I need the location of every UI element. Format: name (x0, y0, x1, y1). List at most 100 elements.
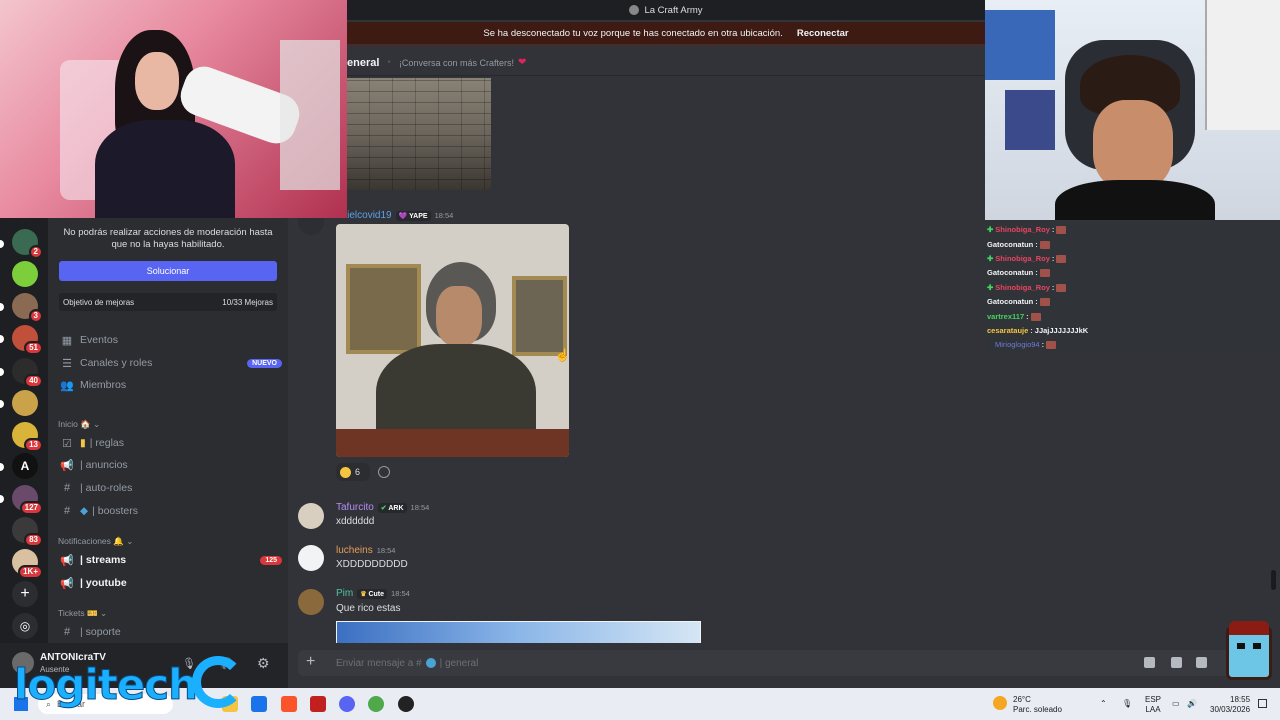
channel-auto-roles[interactable]: # | auto-roles (60, 478, 282, 498)
message-header: Tafurcito ✔ ARK 18:54 (336, 502, 429, 513)
category-inicio[interactable]: Inicio 🏠 ⌄ (58, 419, 100, 430)
server-badge: 40 (24, 374, 43, 388)
server-badge: 1K+ (18, 565, 43, 579)
minecraft-icon[interactable] (368, 696, 384, 712)
sticker-icon[interactable] (1196, 657, 1207, 668)
brave-icon[interactable] (281, 696, 297, 712)
avatar[interactable] (298, 545, 324, 571)
category-label: Tickets 🎫 (58, 608, 98, 618)
channel-anuncios[interactable]: 📢 | anuncios (60, 455, 282, 475)
members-icon: 👥 (60, 379, 74, 392)
discord-icon[interactable] (339, 696, 355, 712)
message-image-partial[interactable] (336, 621, 701, 643)
message-image-previous[interactable] (347, 78, 491, 190)
add-server-icon[interactable]: + (12, 581, 38, 607)
server-icon[interactable]: 1K+ (12, 549, 43, 579)
avatar[interactable] (298, 503, 324, 529)
chevron-down-icon: ⌄ (99, 608, 108, 618)
chat-user: Gatoconatun (987, 240, 1034, 249)
add-attachment-icon[interactable]: + (306, 653, 315, 671)
message-header: lucheins 18:54 (336, 545, 395, 556)
server-icon[interactable]: 2 (12, 229, 43, 259)
server-icon[interactable]: 127 (12, 485, 43, 515)
reaction[interactable]: 6 (336, 463, 370, 481)
chevron-down-icon: ⌄ (93, 419, 101, 429)
channel-streams[interactable]: 📢 | streams 125 (60, 550, 282, 570)
server-icon[interactable]: 40 (12, 358, 43, 388)
cursor-icon: ☝ (555, 348, 570, 362)
category-tickets[interactable]: Tickets 🎫 ⌄ (58, 608, 107, 619)
calendar-icon: ▦ (61, 334, 73, 347)
channel-soporte[interactable]: # | soporte (60, 622, 282, 642)
microphone-icon[interactable]: 🎙 (1122, 699, 1132, 709)
server-icon[interactable]: 51 (12, 325, 43, 355)
gift-icon[interactable] (1144, 657, 1155, 668)
server-icon[interactable] (12, 261, 38, 287)
reconnect-button[interactable]: Reconectar (797, 28, 849, 39)
chat-line: vartrex117: (987, 312, 1041, 321)
reaction-count: 6 (355, 467, 361, 477)
chat-user: Gatoconatun (987, 268, 1034, 277)
category-notificaciones[interactable]: Notificaciones 🔔 ⌄ (58, 536, 133, 547)
boost-goal[interactable]: Objetivo de mejoras 10/33 Mejoras (59, 293, 277, 311)
message-time: 18:54 (410, 503, 430, 512)
tray-chevron-up-icon[interactable]: ⌃ (1100, 699, 1107, 709)
channel-youtube[interactable]: 📢 | youtube (60, 573, 282, 593)
server-icon[interactable]: 83 (12, 517, 43, 547)
store-icon[interactable] (251, 696, 267, 712)
chat-line: cesaratauje: JJajJJJJJJJkK (987, 326, 1089, 335)
unread-pill (0, 303, 4, 311)
megaphone-icon: 📢 (60, 554, 74, 567)
nav-label: Miembros (80, 379, 127, 391)
lang-line2: LAA (1145, 705, 1161, 714)
solve-button[interactable]: Solucionar (59, 261, 277, 281)
gem-icon: ◆ (80, 505, 89, 517)
language-indicator[interactable]: ESP LAA (1145, 695, 1161, 715)
emote-icon (1039, 268, 1050, 277)
server-icon[interactable] (12, 390, 38, 416)
gif-icon[interactable] (1171, 657, 1182, 668)
role-tag-label: Cute (368, 590, 385, 598)
chat-user: cesaratauje (987, 326, 1029, 335)
chat-user: Shinobiga_Roy (995, 254, 1050, 263)
rules-icon: ☑ (62, 437, 72, 450)
clock[interactable]: 18:55 30/03/2026 (1210, 695, 1250, 715)
unread-pill (0, 240, 4, 248)
nav-events[interactable]: ▦ Eventos (60, 330, 282, 350)
server-badge: 3 (28, 309, 43, 323)
chat-line: Gatoconatun: (987, 240, 1050, 249)
channel-boosters[interactable]: # ◆ | boosters (60, 501, 282, 521)
chat-user: vartrex117 (987, 312, 1025, 321)
volume-icon[interactable]: 🔊 (1187, 699, 1197, 709)
server-icon[interactable]: 13 (12, 422, 43, 452)
server-rail: 2 3 51 40 13 A 127 83 1K+ + ◎ (0, 215, 48, 643)
role-tag-label: YAPE (409, 212, 428, 220)
server-icon[interactable]: 3 (12, 293, 43, 323)
add-reaction-icon[interactable] (378, 466, 390, 478)
discover-icon[interactable]: ◎ (12, 613, 38, 639)
nav-channels-roles[interactable]: ☰ Canales y roles NUEVO (60, 353, 282, 373)
nav-members[interactable]: 👥 Miembros (60, 375, 282, 395)
network-icon[interactable]: ▭ (1172, 699, 1180, 709)
chat-user: Shinobiga_Roy (995, 283, 1050, 292)
obs-icon[interactable] (398, 696, 414, 712)
app-icon[interactable] (310, 696, 326, 712)
unread-pill (0, 495, 4, 503)
scrollbar[interactable] (1271, 570, 1276, 590)
message-input[interactable]: + Enviar mensaje a # | general (298, 650, 1268, 676)
notifications-icon[interactable] (1258, 699, 1267, 708)
clock-time: 18:55 (1230, 695, 1251, 704)
emote-icon (1039, 240, 1050, 249)
message-image-portrait[interactable] (336, 224, 569, 457)
server-icon[interactable]: A (12, 453, 38, 479)
message-author[interactable]: Tafurcito (336, 502, 374, 513)
message-author[interactable]: Pim (336, 588, 353, 599)
avatar[interactable] (298, 589, 324, 615)
server-badge: 2 (28, 245, 43, 259)
settings-icon[interactable]: ⚙ (257, 655, 270, 672)
message-author[interactable]: lucheins (336, 545, 373, 556)
weather[interactable]: 26°C Parc. soleado (1013, 695, 1062, 715)
channel-reglas[interactable]: ☑ ▮ | reglas (60, 433, 282, 453)
emote-icon (1039, 297, 1050, 306)
message-time: 18:54 (434, 211, 454, 220)
